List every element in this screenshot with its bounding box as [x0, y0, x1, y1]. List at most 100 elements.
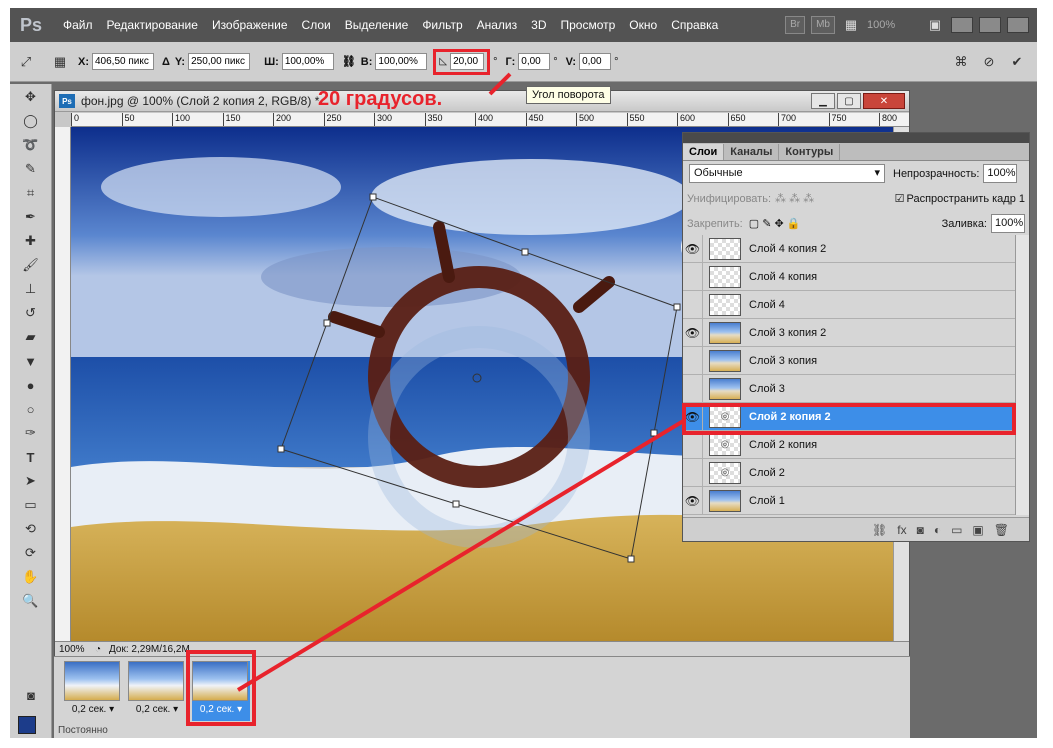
menu-item[interactable]: Просмотр [553, 8, 622, 42]
visibility-eye-icon[interactable] [683, 346, 703, 375]
arrange-icon[interactable]: ▦ [841, 15, 861, 35]
lasso-tool-icon[interactable]: ➰ [17, 134, 45, 156]
loop-option[interactable]: Постоянно [58, 725, 108, 736]
layer-row[interactable]: 👁 Слой 4 копия 2 [683, 234, 1015, 263]
vertical-ruler[interactable] [55, 127, 71, 641]
height-input[interactable] [375, 53, 428, 70]
shape-tool-icon[interactable]: ▭ [17, 494, 45, 516]
link-layers-icon[interactable]: ⛓ [872, 523, 887, 537]
visibility-eye-icon[interactable] [683, 458, 703, 487]
cancel-transform-icon[interactable]: ⊘ [979, 52, 999, 72]
paint-bucket-tool-icon[interactable]: ▼ [17, 350, 45, 372]
vskew-input[interactable] [579, 53, 612, 70]
frame-delay[interactable]: 0,2 сек. ▾ [64, 704, 122, 715]
doc-minimize-button[interactable]: ▁ [811, 93, 835, 109]
menu-item[interactable]: Изображение [205, 8, 295, 42]
mask-icon[interactable]: ◙ [917, 523, 924, 537]
delta-icon[interactable]: Δ [162, 56, 170, 68]
new-layer-icon[interactable]: ▣ [972, 523, 983, 537]
visibility-eye-icon[interactable] [683, 290, 703, 319]
commit-transform-icon[interactable]: ✔ [1007, 52, 1027, 72]
visibility-eye-icon[interactable]: 👁 [683, 234, 703, 263]
hskew-input[interactable] [518, 53, 551, 70]
menu-item[interactable]: Справка [664, 8, 725, 42]
trash-icon[interactable]: 🗑 [994, 523, 1009, 537]
healing-tool-icon[interactable]: ✚ [17, 230, 45, 252]
bridge-button[interactable]: Br [785, 16, 806, 34]
tab-2[interactable]: Контуры [779, 144, 841, 160]
frame-delay[interactable]: 0,2 сек. ▾ [128, 704, 186, 715]
screen-mode-icon[interactable]: ▣ [925, 15, 945, 35]
tab-1[interactable]: Каналы [724, 144, 780, 160]
reference-point-icon[interactable]: ▦ [50, 52, 70, 72]
layer-row[interactable]: Слой 4 [683, 290, 1015, 319]
lock-icons[interactable]: ▢ ✎ ✥ 🔒 [749, 217, 801, 230]
menu-item[interactable]: Фильтр [415, 8, 469, 42]
unify-icons[interactable]: ⁂ ⁂ ⁂ [775, 192, 814, 205]
status-arrow-icon[interactable]: ◔ [95, 644, 101, 655]
brush-tool-icon[interactable]: 🖌 [17, 254, 45, 276]
group-icon[interactable]: ▭ [951, 523, 962, 537]
type-tool-icon[interactable]: T [17, 446, 45, 468]
3d-orbit-tool-icon[interactable]: ⟳ [17, 542, 45, 564]
menu-item[interactable]: Редактирование [100, 8, 205, 42]
warp-icon[interactable]: ⌘ [951, 52, 971, 72]
visibility-eye-icon[interactable]: 👁 [683, 318, 703, 347]
adjustment-icon[interactable]: ◐ [934, 523, 941, 537]
eraser-tool-icon[interactable]: ▰ [17, 326, 45, 348]
tab-0[interactable]: Слои [683, 144, 725, 160]
layer-row[interactable]: Слой 3 копия [683, 346, 1015, 375]
crop-tool-icon[interactable]: ⌗ [17, 182, 45, 204]
minimize-button[interactable] [951, 17, 973, 33]
maximize-button[interactable] [979, 17, 1001, 33]
mini-bridge-button[interactable]: Mb [811, 16, 835, 34]
y-input[interactable] [188, 53, 251, 70]
pen-tool-icon[interactable]: ✑ [17, 422, 45, 444]
blend-mode-select[interactable]: Обычные ▾ [689, 164, 885, 183]
layer-row[interactable]: Слой 4 копия [683, 262, 1015, 291]
animation-frame[interactable]: 0,2 сек. ▾ [128, 661, 186, 721]
hand-tool-icon[interactable]: ✋ [17, 566, 45, 588]
animation-frame[interactable]: 0,2 сек. ▾ [64, 661, 122, 721]
3d-rotate-tool-icon[interactable]: ⟲ [17, 518, 45, 540]
menu-item[interactable]: Слои [295, 8, 338, 42]
layer-row[interactable]: ◎ Слой 2 копия [683, 430, 1015, 459]
move-tool-icon[interactable]: ✥ [17, 86, 45, 108]
dodge-tool-icon[interactable]: ○ [17, 398, 45, 420]
menu-item[interactable]: Анализ [470, 8, 525, 42]
layer-row[interactable]: Слой 3 [683, 374, 1015, 403]
propagate-checkbox[interactable]: ☑ [895, 192, 905, 205]
x-input[interactable] [92, 53, 154, 70]
doc-close-button[interactable]: ✕ [863, 93, 905, 109]
menu-item[interactable]: Окно [622, 8, 664, 42]
visibility-eye-icon[interactable] [683, 374, 703, 403]
menu-item[interactable]: Выделение [338, 8, 416, 42]
visibility-eye-icon[interactable] [683, 262, 703, 291]
zoom-tool-icon[interactable]: 🔍 [17, 590, 45, 612]
quick-mask-icon[interactable]: ◙ [17, 684, 45, 706]
quick-select-tool-icon[interactable]: ✎ [17, 158, 45, 180]
link-icon[interactable]: ⛓ [342, 55, 356, 68]
history-brush-tool-icon[interactable]: ↺ [17, 302, 45, 324]
layer-row[interactable]: 👁 Слой 1 [683, 486, 1015, 515]
menu-item[interactable]: Файл [56, 8, 100, 42]
zoom-level[interactable]: 100% [867, 19, 919, 31]
opacity-input[interactable]: 100% [983, 164, 1018, 183]
width-input[interactable] [281, 53, 334, 70]
close-app-button[interactable] [1007, 17, 1029, 33]
fx-icon[interactable]: fx [897, 523, 906, 537]
stamp-tool-icon[interactable]: ⊥ [17, 278, 45, 300]
path-select-tool-icon[interactable]: ➤ [17, 470, 45, 492]
tool-preset-icon[interactable]: ⤢ [16, 52, 36, 72]
foreground-color[interactable] [18, 716, 36, 734]
marquee-tool-icon[interactable]: ◯ [17, 110, 45, 132]
eyedropper-tool-icon[interactable]: ✒ [17, 206, 45, 228]
blur-tool-icon[interactable]: ● [17, 374, 45, 396]
fill-input[interactable]: 100% [991, 214, 1025, 233]
layers-scrollbar[interactable] [1015, 235, 1029, 515]
doc-maximize-button[interactable]: ▢ [837, 93, 861, 109]
visibility-eye-icon[interactable]: 👁 [683, 486, 703, 515]
doc-zoom[interactable]: 100% [55, 644, 95, 655]
layer-row[interactable]: 👁 Слой 3 копия 2 [683, 318, 1015, 347]
menu-item[interactable]: 3D [524, 8, 553, 42]
